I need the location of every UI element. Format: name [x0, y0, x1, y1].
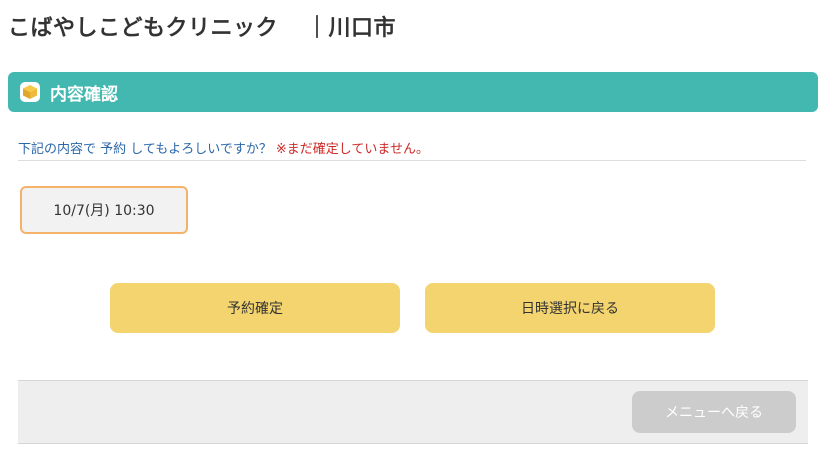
confirm-message: 下記の内容で 予約 してもよろしいですか？ ※まだ確定していません。 — [18, 138, 806, 161]
back-to-date-selection-button[interactable]: 日時選択に戻る — [425, 283, 715, 333]
confirm-question: 下記の内容で 予約 してもよろしいですか？ — [18, 142, 272, 157]
reservation-datetime: 10/7(月) 10:30 — [20, 186, 188, 234]
confirm-warning: ※まだ確定していません。 — [275, 142, 429, 157]
reservation-datetime-text: 10/7(月) 10:30 — [53, 203, 155, 219]
clinic-city: ｜川口市 — [306, 16, 397, 41]
back-to-menu-label: メニューへ戻る — [665, 405, 763, 421]
confirm-reservation-label: 予約確定 — [227, 301, 283, 317]
section-title: 内容確認 — [50, 84, 118, 105]
clinic-name: こばやしこどもクリニック — [8, 16, 279, 41]
section-header: 内容確認 — [8, 72, 818, 112]
confirm-reservation-button[interactable]: 予約確定 — [110, 283, 400, 333]
clinic-title: こばやしこどもクリニック ｜川口市 — [8, 10, 396, 42]
back-to-date-selection-label: 日時選択に戻る — [521, 301, 619, 317]
page: こばやしこどもクリニック ｜川口市 内容確認 下記の内容で 予約 してもよろしいで… — [0, 0, 832, 464]
back-to-menu-button[interactable]: メニューへ戻る — [632, 391, 796, 433]
box-icon — [20, 82, 40, 102]
